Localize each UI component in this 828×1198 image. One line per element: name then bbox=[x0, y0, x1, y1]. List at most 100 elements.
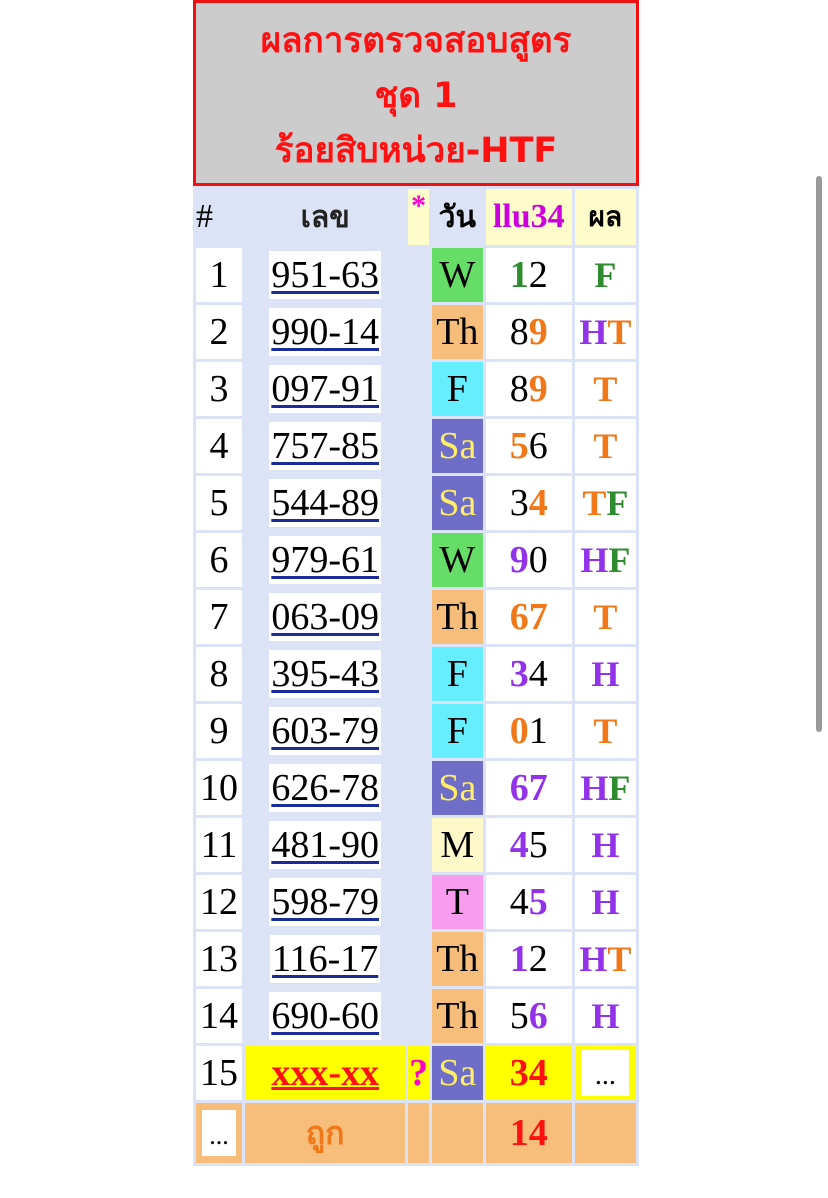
prev-digit: 4 bbox=[509, 881, 529, 923]
star-cell bbox=[408, 419, 429, 473]
result-cell: TF bbox=[574, 476, 636, 530]
number-link[interactable]: 757-85 bbox=[269, 422, 381, 470]
result-cell: T bbox=[574, 704, 636, 758]
table-row: 11 481-90 M 45 H bbox=[196, 818, 636, 872]
summary-empty-2 bbox=[431, 1103, 483, 1163]
day-cell: Th bbox=[431, 989, 483, 1043]
prev-digit: 7 bbox=[528, 767, 548, 809]
prev-cell: 89 bbox=[485, 305, 572, 359]
table-header-row: # เลข * วัน llu34 ผล bbox=[196, 189, 636, 245]
lek-cell: 757-85 bbox=[244, 419, 406, 473]
star-cell bbox=[408, 989, 429, 1043]
number-link[interactable]: 544-89 bbox=[269, 479, 381, 527]
result-cell: H bbox=[574, 818, 636, 872]
row-number: 12 bbox=[196, 875, 242, 929]
prev-digit: 6 bbox=[528, 425, 548, 467]
star-cell bbox=[408, 647, 429, 701]
star-cell bbox=[408, 533, 429, 587]
row-number: 6 bbox=[196, 533, 242, 587]
header-title: ผลการตรวจสอบสูตร bbox=[260, 21, 572, 61]
result-cell: H bbox=[574, 647, 636, 701]
result-letter: H bbox=[591, 654, 620, 694]
result-letter: T bbox=[607, 939, 632, 979]
prev-digit: 5 bbox=[528, 824, 548, 866]
result-letter: H bbox=[591, 825, 620, 865]
star-cell bbox=[408, 704, 429, 758]
result-letter: F bbox=[606, 483, 629, 523]
prev-digit: 1 bbox=[509, 254, 529, 296]
more-button[interactable]: ... bbox=[201, 1110, 236, 1156]
result-letter: H bbox=[579, 312, 608, 352]
star-cell bbox=[408, 761, 429, 815]
day-cell: Sa bbox=[431, 419, 483, 473]
number-link[interactable]: 063-09 bbox=[269, 593, 381, 641]
day-cell: F bbox=[431, 704, 483, 758]
prev-digit: 1 bbox=[509, 938, 529, 980]
result-letter: H bbox=[591, 882, 620, 922]
number-link[interactable]: 395-43 bbox=[269, 650, 381, 698]
table-row: 10 626-78 Sa 67 HF bbox=[196, 761, 636, 815]
prev-digit: 5 bbox=[509, 425, 529, 467]
prev-digit: 2 bbox=[528, 254, 548, 296]
star-cell bbox=[408, 875, 429, 929]
prev-digit: 0 bbox=[528, 539, 548, 581]
lek-cell: 951-63 bbox=[244, 248, 406, 302]
star-cell bbox=[408, 476, 429, 530]
prev-digit: 6 bbox=[509, 596, 529, 638]
day-cell: Sa bbox=[431, 761, 483, 815]
number-link[interactable]: 603-79 bbox=[269, 707, 381, 755]
table-row: 3 097-91 F 89 T bbox=[196, 362, 636, 416]
result-letter: H bbox=[591, 996, 620, 1036]
number-link[interactable]: 951-63 bbox=[269, 251, 381, 299]
table-row: 7 063-09 Th 67 T bbox=[196, 590, 636, 644]
number-link[interactable]: 097-91 bbox=[269, 365, 381, 413]
number-link[interactable]: 626-78 bbox=[269, 764, 381, 812]
prev-digit: 3 bbox=[509, 653, 529, 695]
prev-cell: 45 bbox=[485, 818, 572, 872]
number-link[interactable]: 481-90 bbox=[269, 821, 381, 869]
result-letter: T bbox=[593, 369, 618, 409]
number-link[interactable]: 990-14 bbox=[269, 308, 381, 356]
result-cell: HT bbox=[574, 932, 636, 986]
row-number: 15 bbox=[196, 1046, 242, 1100]
table-row: 13 116-17 Th 12 HT bbox=[196, 932, 636, 986]
scrollbar[interactable] bbox=[816, 176, 822, 732]
number-link[interactable]: 598-79 bbox=[269, 878, 381, 926]
summary-row: ... ถูก 14 bbox=[196, 1103, 636, 1163]
prev-digit: 0 bbox=[509, 710, 529, 752]
number-link[interactable]: 690-60 bbox=[269, 992, 381, 1040]
prev-cell: 90 bbox=[485, 533, 572, 587]
lek-cell: 979-61 bbox=[244, 533, 406, 587]
lek-cell: 395-43 bbox=[244, 647, 406, 701]
prev-digit: 5 bbox=[509, 995, 529, 1037]
lek-cell: 116-17 bbox=[244, 932, 406, 986]
row-number: 7 bbox=[196, 590, 242, 644]
row-number: 4 bbox=[196, 419, 242, 473]
day-cell: W bbox=[431, 248, 483, 302]
prev-digit: 8 bbox=[509, 368, 529, 410]
prev-digit: 4 bbox=[509, 824, 529, 866]
col-header-number: # bbox=[196, 189, 242, 245]
pending-mark: ? bbox=[408, 1046, 429, 1100]
pending-number-link[interactable]: xxx-xx bbox=[271, 1052, 379, 1094]
table-row: 2 990-14 Th 89 HT bbox=[196, 305, 636, 359]
table-row: 9 603-79 F 01 T bbox=[196, 704, 636, 758]
summary-empty-1 bbox=[408, 1103, 429, 1163]
prev-cell: 45 bbox=[485, 875, 572, 929]
number-link[interactable]: 116-17 bbox=[270, 935, 381, 983]
prev-digit: 9 bbox=[509, 539, 529, 581]
pending-prev: 34 bbox=[485, 1046, 572, 1100]
lek-cell: 990-14 bbox=[244, 305, 406, 359]
results-header: ผลการตรวจสอบสูตร ชุด 1 ร้อยสิบหน่วย-HTF bbox=[193, 0, 639, 186]
correct-count: 14 bbox=[485, 1103, 572, 1163]
number-link[interactable]: 979-61 bbox=[269, 536, 381, 584]
result-letter: H bbox=[579, 939, 608, 979]
row-number: 8 bbox=[196, 647, 242, 701]
lek-cell: 603-79 bbox=[244, 704, 406, 758]
row-number: 5 bbox=[196, 476, 242, 530]
result-letter: H bbox=[580, 768, 609, 808]
result-letter: F bbox=[608, 540, 631, 580]
result-cell: F bbox=[574, 248, 636, 302]
table-row: 14 690-60 Th 56 H bbox=[196, 989, 636, 1043]
prev-cell: 12 bbox=[485, 248, 572, 302]
